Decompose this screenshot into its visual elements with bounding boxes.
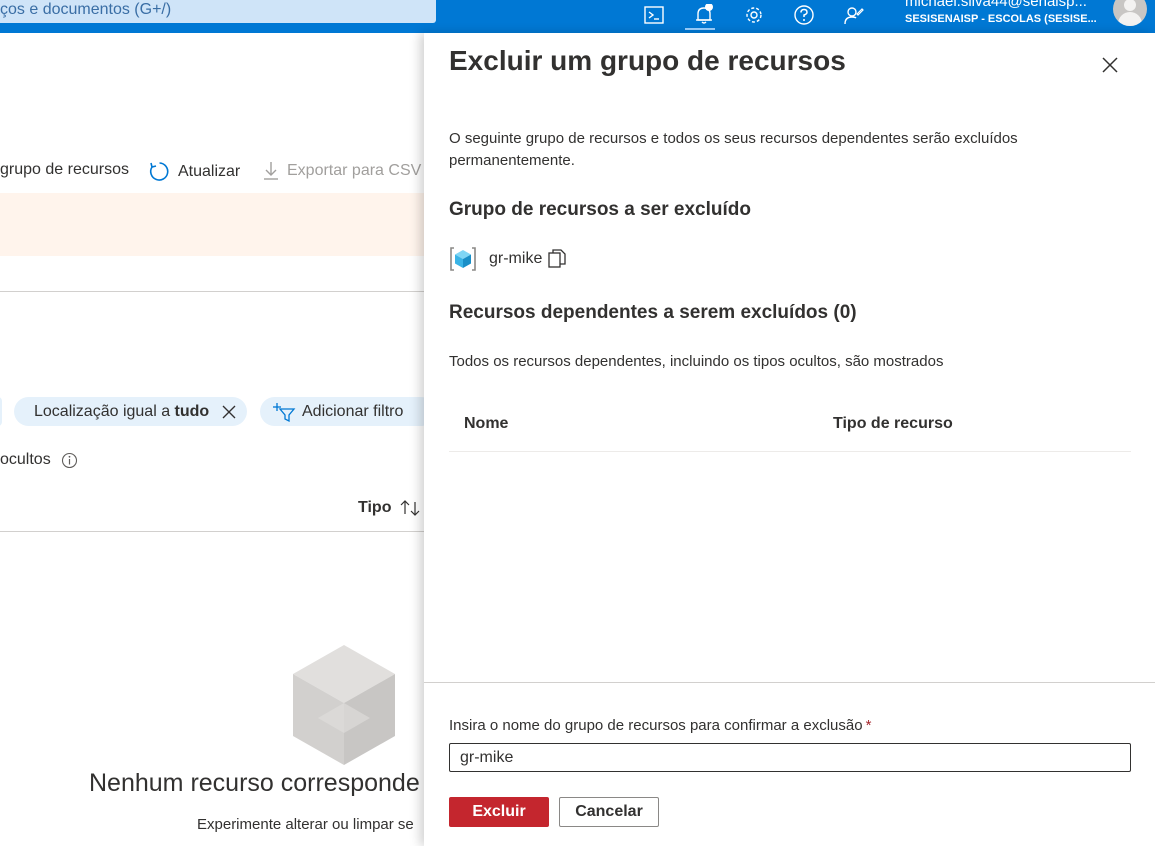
panel-description: O seguinte grupo de recursos e todos os … xyxy=(449,130,1018,169)
column-header-name[interactable]: Nome xyxy=(464,415,508,433)
column-header-type[interactable]: Tipo xyxy=(358,499,421,517)
export-label: Exportar para CSV xyxy=(287,162,422,179)
bell-icon xyxy=(696,4,713,24)
feedback-button[interactable] xyxy=(834,0,874,30)
add-filter-button[interactable]: Adicionar filtro xyxy=(260,397,424,426)
download-icon xyxy=(264,162,278,180)
avatar[interactable] xyxy=(1113,0,1147,26)
export-csv-command[interactable]: Exportar para CSV xyxy=(263,161,421,181)
empty-state-subtitle: Experimente alterar ou limpar se xyxy=(197,816,414,833)
help-button[interactable] xyxy=(784,0,824,30)
feedback-icon xyxy=(844,7,864,25)
confirm-label-text: Insira o nome do grupo de recursos para … xyxy=(449,717,863,734)
close-icon[interactable] xyxy=(221,404,237,420)
close-icon xyxy=(1102,57,1118,73)
cloud-shell-button[interactable] xyxy=(634,0,674,30)
column-header-resource-type[interactable]: Tipo de recurso xyxy=(833,415,953,433)
user-tenant: SESISENAISP - ESCOLAS (SESISE... xyxy=(905,13,1097,25)
sort-icon[interactable] xyxy=(399,499,421,517)
user-email: michael.silva44@senaisp... xyxy=(905,0,1087,10)
dependent-section-title: Recursos dependentes a serem excluídos (… xyxy=(449,302,857,323)
type-column-label: Tipo xyxy=(358,499,392,516)
show-hidden-types[interactable]: ocultos xyxy=(0,451,78,469)
add-filter-icon xyxy=(273,402,296,422)
info-icon[interactable] xyxy=(61,452,78,469)
create-command-label: grupo de recursos xyxy=(0,161,129,178)
active-indicator xyxy=(685,28,715,30)
refresh-label: Atualizar xyxy=(178,162,241,180)
resource-groups-page: grupo de recursos Atualizar Exportar par… xyxy=(0,33,424,846)
refresh-command[interactable]: Atualizar xyxy=(149,161,240,182)
confirm-name-input[interactable] xyxy=(449,743,1131,772)
empty-state-cube-icon xyxy=(293,645,395,765)
cancel-button[interactable]: Cancelar xyxy=(559,797,659,827)
help-icon xyxy=(794,5,814,25)
gear-icon xyxy=(746,7,762,23)
delete-button[interactable]: Excluir xyxy=(449,797,549,827)
global-search[interactable]: ços e documentos (G+/) xyxy=(0,0,436,23)
confirm-label: Insira o nome do grupo de recursos para … xyxy=(449,717,871,734)
filter-pill-partial[interactable] xyxy=(0,397,2,426)
table-header-divider xyxy=(449,451,1131,452)
resource-group-name: gr-mike xyxy=(489,250,543,267)
copy-icon[interactable] xyxy=(548,249,566,269)
search-placeholder: ços e documentos (G+/) xyxy=(0,1,172,18)
dependent-description: Todos os recursos dependentes, incluindo… xyxy=(449,353,944,370)
settings-button[interactable] xyxy=(734,0,774,30)
hidden-types-label: ocultos xyxy=(0,451,51,468)
resource-group-icon xyxy=(450,247,476,271)
filter-pill-location[interactable]: Localização igual a tudo xyxy=(14,397,247,426)
location-filter-prefix: Localização igual a xyxy=(34,402,175,420)
notifications-button[interactable] xyxy=(684,0,724,30)
create-resource-group-command[interactable]: grupo de recursos xyxy=(0,161,129,179)
empty-state-title: Nenhum recurso corresponde xyxy=(89,769,420,797)
panel-title: Excluir um grupo de recursos xyxy=(449,45,846,76)
rg-section-title: Grupo de recursos a ser excluído xyxy=(449,199,751,220)
divider xyxy=(0,291,424,292)
resource-group-item: gr-mike xyxy=(449,245,566,273)
required-asterisk: * xyxy=(865,717,872,734)
location-filter-value: tudo xyxy=(174,402,210,420)
close-panel-button[interactable] xyxy=(1098,53,1122,77)
refresh-icon xyxy=(149,162,169,181)
add-filter-label: Adicionar filtro xyxy=(302,402,404,420)
table-header-divider xyxy=(0,531,424,532)
delete-resource-group-panel: Excluir um grupo de recursos O seguinte … xyxy=(424,33,1155,846)
footer-divider xyxy=(424,682,1155,683)
cloud-shell-icon xyxy=(644,6,664,24)
info-banner xyxy=(0,193,424,256)
top-bar: ços e documentos (G+/) michael.silva44@s… xyxy=(0,0,1155,33)
account-info[interactable]: michael.silva44@senaisp... SESISENAISP -… xyxy=(905,0,1100,33)
